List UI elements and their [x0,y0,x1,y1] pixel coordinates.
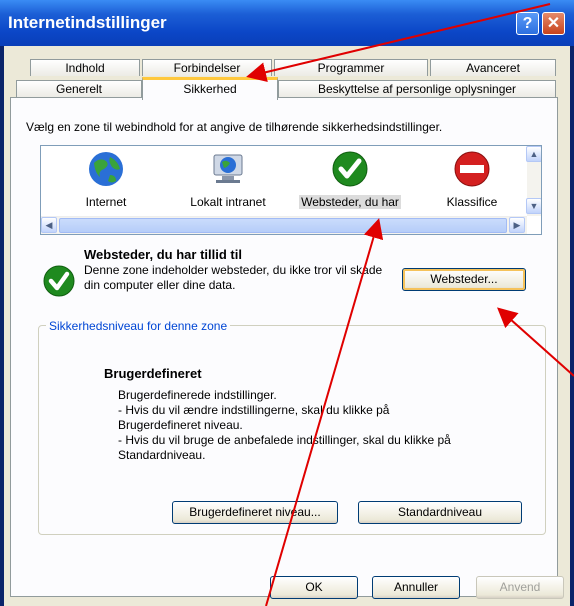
selected-zone-description: Denne zone indeholder websteder, du ikke… [84,263,383,292]
zone-item-internet[interactable]: Internet [51,146,161,209]
security-level-description: Brugerdefinerede indstillinger. - Hvis d… [118,388,518,463]
zone-instruction: Vælg en zone til webindhold for at angiv… [26,120,443,134]
zone-item-trusted[interactable]: Websteder, du har [295,146,405,209]
tab-indhold[interactable]: Indhold [30,59,140,76]
zone-item-intranet[interactable]: Lokalt intranet [173,146,283,209]
trusted-check-icon [42,264,76,298]
scroll-left-icon[interactable]: ◀ [41,217,57,233]
zone-label: Klassifice [446,195,498,209]
zone-label: Websteder, du har [299,195,401,209]
description-line: - Hvis du vil bruge de anbefalede indsti… [118,433,451,447]
zone-item-restricted[interactable]: Klassifice [417,146,527,209]
globe-icon [86,149,126,189]
security-level-legend: Sikkerhedsniveau for denne zone [46,319,231,333]
scroll-up-icon[interactable]: ▲ [526,146,541,162]
zone-list-vertical-scrollbar[interactable]: ▲ ▼ [526,146,541,216]
tab-forbindelser[interactable]: Forbindelser [142,59,272,76]
default-level-button[interactable]: Standardniveau [358,501,522,524]
zone-list[interactable]: Internet Lokalt intranet Websteder, du h… [40,145,542,235]
zone-label: Lokalt intranet [190,195,266,209]
tab-avanceret[interactable]: Avanceret [430,59,556,76]
selected-zone-title: Websteder, du har tillid til [84,247,242,262]
description-line: Brugerdefineret niveau. [118,418,243,432]
tab-programmer[interactable]: Programmer [274,59,428,76]
scroll-down-icon[interactable]: ▼ [526,198,541,214]
sites-button[interactable]: Websteder... [402,268,526,291]
window-title: Internetindstillinger [8,13,167,32]
close-button[interactable]: ✕ [542,12,565,35]
title-bar[interactable]: Internetindstillinger ? ✕ [0,0,574,46]
scroll-right-icon[interactable]: ▶ [509,217,525,233]
description-line: Brugerdefinerede indstillinger. [118,388,277,402]
scrollbar-thumb[interactable] [59,218,507,233]
intranet-icon [208,149,248,189]
tab-generelt[interactable]: Generelt [16,80,142,97]
trusted-check-icon [330,149,370,189]
description-line: Standardniveau. [118,448,206,462]
tab-sikkerhed[interactable]: Sikkerhed [142,77,278,100]
dialog-window: Internetindstillinger ? ✕ Indhold Forbin… [0,0,574,606]
ok-button[interactable]: OK [270,576,358,599]
zone-label: Internet [85,195,127,209]
restricted-icon [452,149,492,189]
cancel-button[interactable]: Annuller [372,576,460,599]
apply-button[interactable]: Anvend [476,576,564,599]
custom-level-button[interactable]: Brugerdefineret niveau... [172,501,338,524]
tab-beskyttelse[interactable]: Beskyttelse af personlige oplysninger [278,80,556,97]
security-level-name: Brugerdefineret [104,366,202,381]
description-line: - Hvis du vil ændre indstillingerne, ska… [118,403,390,417]
zone-list-horizontal-scrollbar[interactable]: ◀ ▶ [41,216,527,234]
help-button[interactable]: ? [516,12,539,35]
